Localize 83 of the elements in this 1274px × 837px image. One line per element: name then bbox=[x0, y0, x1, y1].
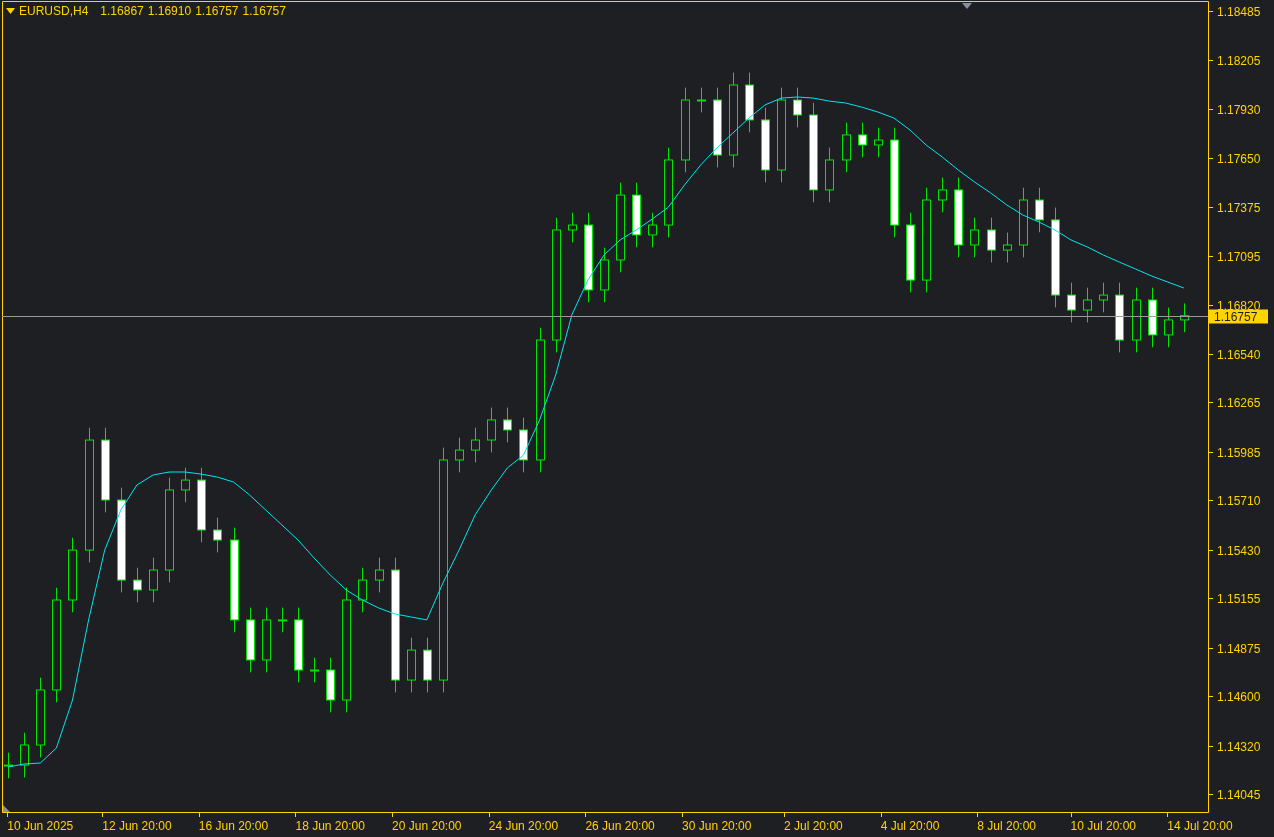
candle bbox=[632, 182, 641, 248]
tick-label: 4 Jul 20:00 bbox=[880, 819, 940, 833]
candle bbox=[20, 732, 29, 778]
candle bbox=[1180, 302, 1189, 333]
candle bbox=[4, 752, 13, 779]
candle bbox=[181, 467, 190, 503]
tick-label: 24 Jun 20:00 bbox=[488, 819, 559, 833]
tick-label: 1.15430 bbox=[1217, 543, 1261, 558]
candle bbox=[455, 437, 464, 473]
candle bbox=[697, 87, 706, 113]
tick-label: 18 Jun 20:00 bbox=[295, 819, 365, 833]
candle bbox=[568, 212, 577, 243]
tick-label: 1.14875 bbox=[1217, 641, 1261, 656]
candle bbox=[278, 607, 287, 633]
candle bbox=[842, 122, 851, 173]
tick-label: 1.14320 bbox=[1217, 739, 1261, 754]
tick-label: 30 Jun 20:00 bbox=[682, 819, 752, 833]
tick-label: 10 Jun 2025 bbox=[7, 819, 74, 833]
candle bbox=[793, 87, 802, 128]
symbol-label: EURUSD,H4 bbox=[19, 4, 89, 18]
tick-label: 8 Jul 20:00 bbox=[977, 819, 1037, 833]
price-value: 1.16757 bbox=[195, 4, 239, 18]
candle bbox=[310, 657, 319, 683]
candle bbox=[1115, 282, 1124, 353]
scale-marker-icon[interactable] bbox=[3, 805, 10, 812]
candle bbox=[423, 637, 432, 693]
candle bbox=[471, 427, 480, 463]
tick-label: 12 Jun 20:00 bbox=[102, 819, 172, 833]
candle bbox=[262, 607, 271, 673]
candle bbox=[600, 247, 609, 303]
price-value: 1.16757 bbox=[242, 4, 286, 18]
tick-label: 1.15155 bbox=[1217, 591, 1261, 606]
tick-label: 14 Jul 20:00 bbox=[1167, 819, 1233, 833]
tick-label: 16 Jun 20:00 bbox=[198, 819, 269, 833]
tick-label: 10 Jul 20:00 bbox=[1070, 819, 1136, 833]
candle bbox=[970, 217, 979, 258]
candle bbox=[874, 127, 883, 158]
tick-label: 1.17375 bbox=[1217, 200, 1261, 215]
candle bbox=[326, 657, 335, 713]
candle bbox=[825, 147, 834, 203]
candle bbox=[1003, 232, 1012, 263]
candle bbox=[1035, 187, 1044, 233]
candle bbox=[1148, 287, 1157, 348]
tick-label: 20 Jun 20:00 bbox=[392, 819, 462, 833]
candle bbox=[375, 557, 384, 593]
tick-label: 1.15985 bbox=[1217, 445, 1261, 460]
candle bbox=[407, 637, 416, 693]
candle bbox=[149, 557, 158, 603]
candle bbox=[858, 122, 867, 158]
tick-label: 1.18205 bbox=[1217, 53, 1261, 68]
tick-label: 1.17930 bbox=[1217, 102, 1261, 117]
tick-label: 1.16265 bbox=[1217, 395, 1261, 410]
dropdown-icon[interactable] bbox=[6, 8, 15, 14]
candle bbox=[503, 407, 512, 443]
candle bbox=[246, 607, 255, 673]
candle bbox=[1083, 287, 1092, 323]
candle bbox=[487, 407, 496, 453]
price-value: 1.16867 bbox=[100, 4, 144, 18]
candle bbox=[938, 177, 947, 213]
price-value: 1.16910 bbox=[147, 4, 192, 18]
candle bbox=[1067, 282, 1076, 323]
tick-label: 1.18485 bbox=[1217, 4, 1261, 19]
candle bbox=[133, 567, 142, 603]
tick-label: 1.15710 bbox=[1217, 493, 1261, 508]
candle bbox=[745, 72, 754, 133]
candle bbox=[1132, 287, 1141, 353]
candle bbox=[648, 212, 657, 248]
tick-label: 26 Jun 20:00 bbox=[585, 819, 655, 833]
price-label: 1.16757 bbox=[1209, 309, 1268, 324]
candle bbox=[1099, 282, 1108, 313]
tick-label: 1.17095 bbox=[1217, 249, 1261, 264]
tick-label: 1.16540 bbox=[1217, 347, 1261, 362]
candle bbox=[987, 217, 996, 263]
tick-label: 2 Jul 20:00 bbox=[784, 819, 843, 833]
candle bbox=[1164, 307, 1173, 348]
candle bbox=[358, 567, 367, 613]
tick-label: 1.14600 bbox=[1217, 689, 1261, 704]
shift-marker-icon[interactable] bbox=[962, 3, 972, 9]
tick-label: 1.14045 bbox=[1217, 787, 1261, 802]
candle bbox=[1019, 187, 1028, 258]
candle bbox=[519, 417, 528, 473]
candle bbox=[213, 517, 222, 553]
tick-label: 1.17650 bbox=[1217, 151, 1261, 166]
